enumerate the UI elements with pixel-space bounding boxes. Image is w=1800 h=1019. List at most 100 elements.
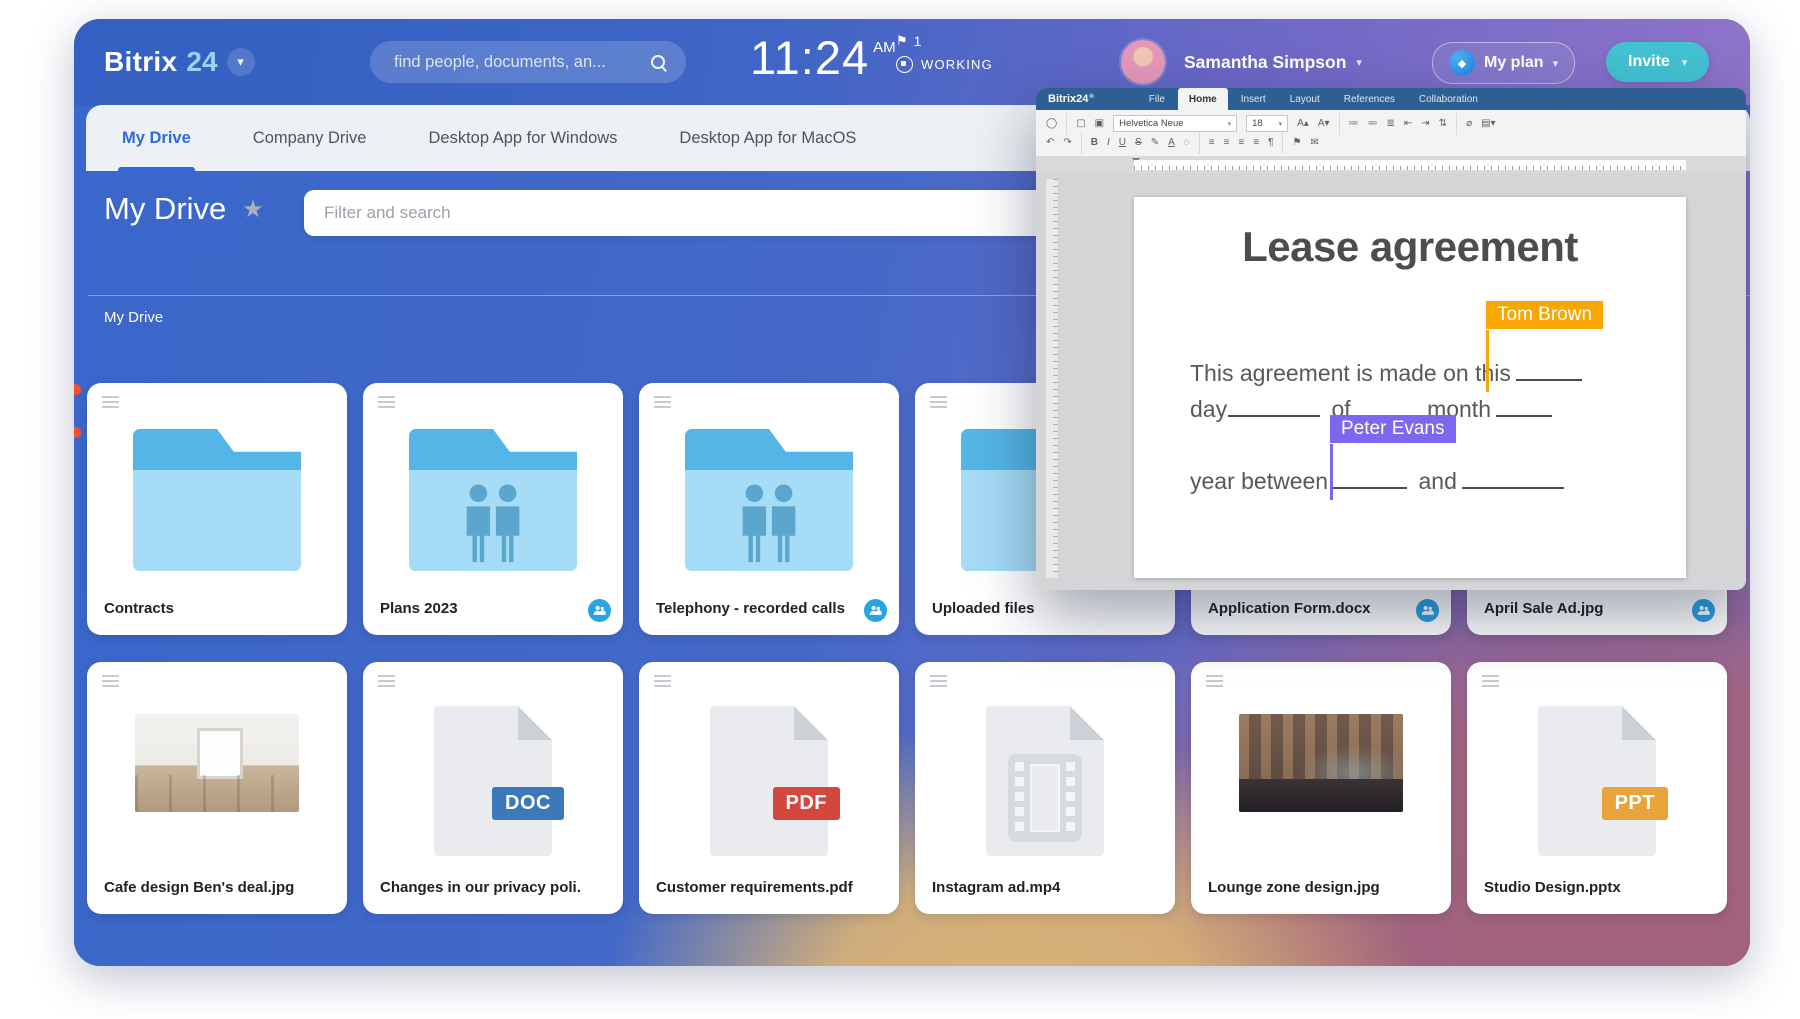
document-icon bbox=[1538, 706, 1656, 856]
item-menu-icon[interactable] bbox=[654, 675, 671, 687]
my-plan-button[interactable]: ◆ My plan ▾ bbox=[1432, 42, 1575, 84]
tab-company-drive[interactable]: Company Drive bbox=[253, 105, 367, 171]
collaborator-flag-tom-brown: Tom Brown bbox=[1486, 301, 1603, 329]
drive-item-studio-design[interactable]: PPT Studio Design.pptx bbox=[1467, 662, 1727, 914]
undo-icon[interactable]: ↶ bbox=[1046, 138, 1054, 148]
align-right-icon[interactable]: ≡ bbox=[1238, 138, 1244, 148]
item-menu-icon[interactable] bbox=[930, 396, 947, 408]
insert-image-icon[interactable]: ▤▾ bbox=[1481, 119, 1495, 129]
editor-tab-home[interactable]: Home bbox=[1178, 88, 1228, 110]
chevron-down-icon: ▾ bbox=[1553, 57, 1559, 70]
increase-font-icon[interactable]: A▴ bbox=[1297, 119, 1309, 129]
bold-icon[interactable]: B bbox=[1091, 138, 1098, 148]
breadcrumb[interactable]: My Drive bbox=[104, 309, 163, 326]
editor-brand: Bitrix24® bbox=[1048, 88, 1094, 110]
strikethrough-icon[interactable]: S bbox=[1135, 138, 1142, 148]
decrease-font-icon[interactable]: A▾ bbox=[1318, 119, 1330, 129]
diamond-icon: ◆ bbox=[1449, 50, 1475, 76]
highlight-icon[interactable]: ✎ bbox=[1151, 138, 1159, 148]
drive-item-plans-2023[interactable]: Plans 2023 bbox=[363, 383, 623, 635]
global-search[interactable] bbox=[370, 41, 686, 83]
working-status[interactable]: WORKING bbox=[896, 56, 993, 73]
document-text-line: This agreement is made on this bbox=[1190, 355, 1656, 387]
favorite-star-icon[interactable]: ★ bbox=[242, 195, 264, 224]
item-menu-icon[interactable] bbox=[1206, 675, 1223, 687]
drive-item-cafe-design[interactable]: Cafe design Ben's deal.jpg bbox=[87, 662, 347, 914]
font-size-select[interactable]: 18▾ bbox=[1246, 115, 1288, 132]
document-icon bbox=[434, 706, 552, 856]
tab-desktop-app-windows[interactable]: Desktop App for Windows bbox=[429, 105, 618, 171]
drive-item-privacy-policy[interactable]: DOC Changes in our privacy poli... bbox=[363, 662, 623, 914]
tab-desktop-app-macos[interactable]: Desktop App for MacOS bbox=[679, 105, 856, 171]
globe-icon[interactable]: ◯ bbox=[1046, 119, 1057, 129]
drive-item-lounge-zone[interactable]: Lounge zone design.jpg bbox=[1191, 662, 1451, 914]
shared-users-badge[interactable] bbox=[1692, 599, 1715, 622]
chevron-down-icon[interactable]: ▾ bbox=[227, 48, 255, 76]
paste-icon[interactable]: ▣ bbox=[1095, 119, 1104, 129]
document-page[interactable]: Lease agreement Tom Brown Peter Evans Th… bbox=[1134, 197, 1686, 578]
shared-folder-icon bbox=[685, 429, 853, 571]
user-avatar[interactable] bbox=[1121, 40, 1165, 84]
collaborator-cursor-peter-evans bbox=[1330, 444, 1333, 500]
doc-badge: DOC bbox=[492, 787, 564, 820]
editor-tab-insert[interactable]: Insert bbox=[1230, 88, 1277, 110]
search-icon[interactable] bbox=[651, 55, 666, 70]
drive-item-customer-requirements[interactable]: PDF Customer requirements.pdf bbox=[639, 662, 899, 914]
mail-merge-icon[interactable]: ✉ bbox=[1310, 138, 1318, 148]
bullet-list-icon[interactable]: ≔ bbox=[1349, 119, 1359, 129]
working-label: WORKING bbox=[921, 57, 993, 72]
vertical-ruler[interactable] bbox=[1046, 179, 1058, 578]
underline-icon[interactable]: U bbox=[1119, 138, 1126, 148]
document-icon bbox=[710, 706, 828, 856]
shared-users-badge[interactable] bbox=[1416, 599, 1439, 622]
page-title: My Drive ★ bbox=[104, 191, 264, 227]
numbered-list-icon[interactable]: ≕ bbox=[1368, 119, 1378, 129]
item-menu-icon[interactable] bbox=[654, 396, 671, 408]
editor-tab-collaboration[interactable]: Collaboration bbox=[1408, 88, 1489, 110]
clear-format-icon[interactable]: ⌀ bbox=[1466, 119, 1472, 129]
format-painter-icon[interactable]: ⚑ bbox=[1292, 138, 1301, 148]
invite-button[interactable]: Invite ▾ bbox=[1606, 42, 1709, 82]
drive-item-telephony[interactable]: Telephony - recorded calls bbox=[639, 383, 899, 635]
align-justify-icon[interactable]: ≡ bbox=[1253, 138, 1259, 148]
tab-my-drive[interactable]: My Drive bbox=[122, 105, 191, 171]
font-select[interactable]: Helvetica Neue▾ bbox=[1113, 115, 1237, 132]
item-menu-icon[interactable] bbox=[102, 675, 119, 687]
indent-icon[interactable]: ⇥ bbox=[1421, 119, 1429, 129]
copy-icon[interactable]: ▢ bbox=[1076, 119, 1085, 129]
user-name-label: Samantha Simpson bbox=[1184, 52, 1346, 73]
photo-thumbnail bbox=[135, 714, 299, 812]
document-editor-window: Bitrix24® File Home Insert Layout Refere… bbox=[1036, 88, 1746, 590]
align-center-icon[interactable]: ≡ bbox=[1224, 138, 1230, 148]
item-menu-icon[interactable] bbox=[930, 675, 947, 687]
drive-item-contracts[interactable]: Contracts bbox=[87, 383, 347, 635]
redo-icon[interactable]: ↷ bbox=[1063, 138, 1071, 148]
paragraph-mark-icon[interactable]: ¶ bbox=[1268, 138, 1273, 148]
editor-tab-references[interactable]: References bbox=[1333, 88, 1406, 110]
item-menu-icon[interactable] bbox=[102, 396, 119, 408]
editor-tab-layout[interactable]: Layout bbox=[1279, 88, 1331, 110]
editor-tab-file[interactable]: File bbox=[1138, 88, 1176, 110]
item-menu-icon[interactable] bbox=[1482, 675, 1499, 687]
outdent-icon[interactable]: ⇤ bbox=[1404, 119, 1412, 129]
multilevel-list-icon[interactable]: ≣ bbox=[1387, 119, 1395, 129]
flag-counter[interactable]: ⚑ 1 bbox=[896, 33, 993, 49]
document-title: Lease agreement bbox=[1134, 223, 1686, 271]
shared-folder-icon bbox=[409, 429, 577, 571]
font-color-icon[interactable]: A bbox=[1168, 138, 1175, 148]
search-input[interactable] bbox=[370, 53, 651, 72]
item-menu-icon[interactable] bbox=[378, 396, 395, 408]
drive-item-instagram-ad[interactable]: Instagram ad.mp4 bbox=[915, 662, 1175, 914]
chevron-down-icon: ▾ bbox=[1356, 56, 1362, 69]
shared-users-badge[interactable] bbox=[864, 599, 887, 622]
item-menu-icon[interactable] bbox=[378, 675, 395, 687]
fill-color-icon[interactable]: ◌ bbox=[1184, 138, 1190, 148]
line-spacing-icon[interactable]: ⇅ bbox=[1439, 119, 1447, 129]
align-left-icon[interactable]: ≡ bbox=[1209, 138, 1215, 148]
logo-text: Bitrix bbox=[104, 46, 177, 78]
horizontal-ruler[interactable] bbox=[1036, 157, 1746, 173]
shared-users-badge[interactable] bbox=[588, 599, 611, 622]
bitrix24-logo[interactable]: Bitrix 24 ▾ bbox=[104, 19, 255, 105]
italic-icon[interactable]: I bbox=[1107, 138, 1110, 148]
people-icon bbox=[719, 483, 819, 565]
